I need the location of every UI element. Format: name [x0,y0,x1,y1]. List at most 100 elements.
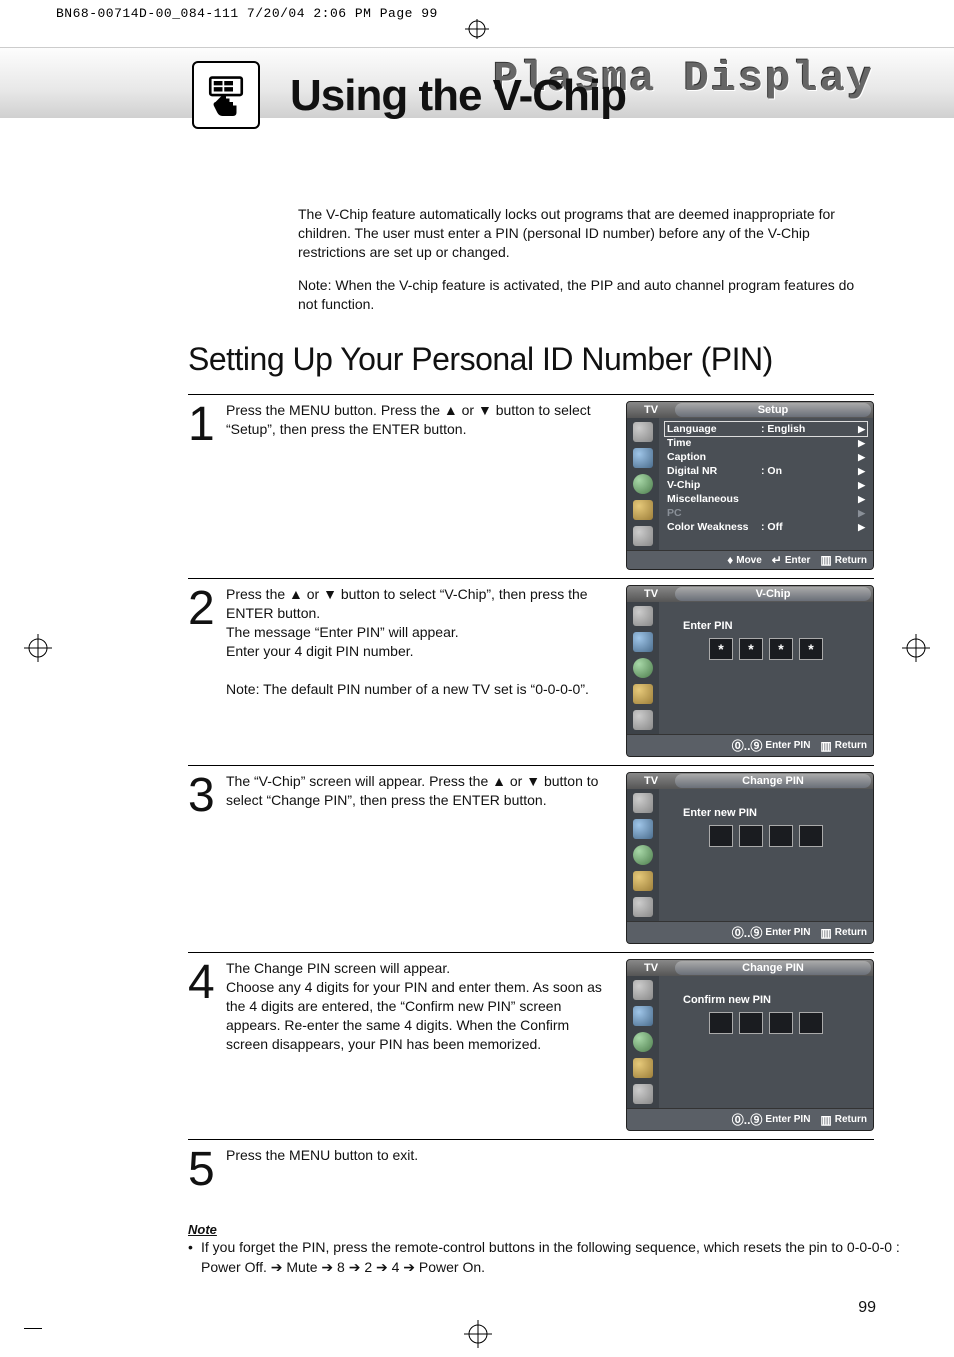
footer-return: ▥Return [820,737,867,754]
pin-digit[interactable] [709,825,733,847]
osd-sidebar-icons [627,976,659,1108]
osd-change-pin: TV Change PIN Enter new PIN [626,772,874,944]
osd-confirm-pin: TV Change PIN Confirm new PIN [626,959,874,1131]
pin-boxes [665,1012,867,1034]
step-text: The “V-Chip” screen will appear. Press t… [226,772,626,810]
osd-setup-menu: TV Setup Language: English▶ Time▶ Captio… [626,401,874,570]
step-5: 5 Press the MENU button to exit. [188,1146,874,1191]
pin-digit[interactable] [799,825,823,847]
pin-boxes: * * * * [665,638,867,660]
menu-row-caption[interactable]: Caption▶ [665,450,867,464]
osd-body: Confirm new PIN [627,976,873,1108]
pin-digit[interactable] [739,1012,763,1034]
divider [188,765,874,766]
menu-icon [633,871,653,891]
crop-mark-left [24,634,52,667]
menu-icon [633,474,653,494]
osd-title: Change PIN [675,961,871,975]
pin-digit[interactable] [709,1012,733,1034]
note-heading: Note [188,1222,914,1237]
menu-row-digital-nr[interactable]: Digital NR: On▶ [665,464,867,478]
section-heading: Setting Up Your Personal ID Number (PIN) [188,341,954,378]
osd-header: TV Change PIN [627,773,873,789]
footer-enter: ⓪..⑨Enter PIN [732,1111,811,1128]
pin-digit[interactable]: * [799,638,823,660]
menu-row-pc: PC▶ [665,506,867,520]
pin-digit[interactable] [769,1012,793,1034]
menu-icon [633,684,653,704]
divider [188,952,874,953]
crop-mark-bottom [464,1320,492,1353]
menu-row-vchip[interactable]: V-Chip▶ [665,478,867,492]
pin-digit[interactable]: * [739,638,763,660]
osd-sidebar-icons [627,789,659,921]
menu-row-color-weakness[interactable]: Color Weakness: Off▶ [665,520,867,534]
menu-icon [633,1032,653,1052]
osd-tv-label: TV [627,775,675,787]
menu-icon [633,1058,653,1078]
menu-row-time[interactable]: Time▶ [665,436,867,450]
updown-icon: ♦ [727,553,733,567]
divider [188,394,874,395]
osd-title: Setup [675,403,871,417]
step-number: 1 [188,401,226,446]
pin-digit[interactable]: * [769,638,793,660]
chevron-right-icon: ▶ [858,466,865,477]
menu-icon [633,710,653,730]
menu-icon [633,1084,653,1104]
numpad-icon: ⓪..⑨ [732,1111,763,1128]
chevron-right-icon: ▶ [858,522,865,533]
footer-enter: ⓪..⑨Enter PIN [732,924,811,941]
intro-paragraph: The V-Chip feature automatically locks o… [298,205,874,262]
footer-return: ▥Return [820,553,867,567]
chevron-right-icon: ▶ [858,494,865,505]
chevron-right-icon: ▶ [858,480,865,491]
menu-icon [633,658,653,678]
menu-row-language[interactable]: Language: English▶ [665,422,867,436]
footer-enter: ↵Enter [772,553,811,567]
pin-digit[interactable]: * [709,638,733,660]
osd-sidebar-icons [627,418,659,550]
crop-mark-top [0,19,954,39]
menu-icon [633,526,653,546]
menu-icon [633,819,653,839]
osd-footer: ⓪..⑨Enter PIN ▥Return [627,921,873,943]
osd-tv-label: TV [627,962,675,974]
menu-icon [633,422,653,442]
pin-digit[interactable] [799,1012,823,1034]
chapter-title: Using the V-Chip [290,71,626,121]
chevron-right-icon: ▶ [858,424,865,435]
pin-prompt: Enter new PIN [683,807,867,819]
chevron-right-icon: ▶ [858,508,865,519]
step-2: 2 Press the ▲ or ▼ button to select “V-C… [188,585,874,757]
menu-icon [633,448,653,468]
menu-icon [633,606,653,626]
footer-enter: ⓪..⑨Enter PIN [732,737,811,754]
osd-pin-panel: Confirm new PIN [659,976,873,1108]
pin-digit[interactable] [739,825,763,847]
footer-return: ▥Return [820,1111,867,1128]
manual-page: BN68-00714D-00_084-111 7/20/04 2:06 PM P… [0,0,954,1357]
osd-footer: ⓪..⑨Enter PIN ▥Return [627,734,873,756]
step-note: Note: The default PIN number of a new TV… [226,680,614,699]
osd-pin-panel: Enter PIN * * * * [659,602,873,734]
menu-icon [633,980,653,1000]
osd-body: Enter PIN * * * * [627,602,873,734]
pin-prompt: Confirm new PIN [683,994,867,1006]
menu-row-misc[interactable]: Miscellaneous▶ [665,492,867,506]
enter-icon: ↵ [772,553,782,567]
footnote: Note • If you forget the PIN, press the … [188,1222,914,1278]
return-icon: ▥ [820,1113,831,1127]
osd-enter-pin: TV V-Chip Enter PIN * * * * [626,585,874,757]
step-text: Press the MENU button. Press the ▲ or ▼ … [226,401,626,439]
osd-menu-list: Language: English▶ Time▶ Caption▶ Digita… [659,418,873,550]
osd-pin-panel: Enter new PIN [659,789,873,921]
pin-digit[interactable] [769,825,793,847]
step-number: 4 [188,959,226,1004]
return-icon: ▥ [820,739,831,753]
note-body: • If you forget the PIN, press the remot… [188,1237,914,1278]
numpad-icon: ⓪..⑨ [732,737,763,754]
osd-title: V-Chip [675,587,871,601]
print-job-line: BN68-00714D-00_084-111 7/20/04 2:06 PM P… [0,0,954,21]
chevron-right-icon: ▶ [858,452,865,463]
